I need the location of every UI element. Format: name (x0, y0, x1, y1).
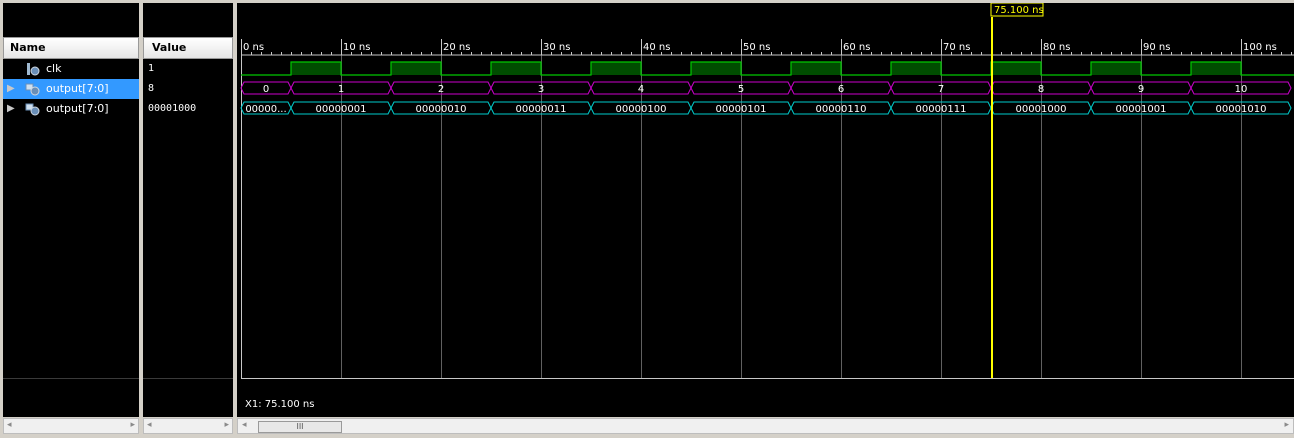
bus-decimal-value: 9 (1138, 84, 1144, 95)
clock-high-fill (291, 62, 341, 75)
ruler-label: 50 ns (743, 42, 770, 53)
bus-binary-value: 00000101 (716, 104, 767, 115)
bus-binary-value: 00001000 (1016, 104, 1067, 115)
scroll-left-icon[interactable]: ◂ (242, 420, 247, 430)
bus-decimal-value: 6 (838, 84, 844, 95)
bus-binary-value: 00000010 (416, 104, 467, 115)
value-column-header[interactable]: Value (143, 37, 233, 59)
clock-high-fill (991, 62, 1041, 75)
pane-divider (3, 378, 139, 379)
bus-decimal-value: 2 (438, 84, 444, 95)
bus-binary-value: 00001010 (1216, 104, 1267, 115)
signal-row-clk[interactable]: clk (3, 59, 139, 79)
clock-high-fill (1191, 62, 1241, 75)
bus-decimal-value: 5 (738, 84, 744, 95)
ruler-label: 0 ns (243, 42, 264, 53)
bus-binary-value: 00001001 (1116, 104, 1167, 115)
value-row-output-decimal[interactable]: 8 (143, 79, 233, 99)
value-pane: Value 1 8 00001000 (143, 3, 233, 417)
ruler-label: 20 ns (443, 42, 470, 53)
expand-arrow-icon[interactable]: ▶ (7, 99, 17, 119)
bus-binary-value: 00000001 (316, 104, 367, 115)
scroll-right-icon[interactable]: ▸ (1284, 420, 1289, 430)
clock-high-fill (691, 62, 741, 75)
ruler-label: 40 ns (643, 42, 670, 53)
ruler-label: 60 ns (843, 42, 870, 53)
ruler-label: 30 ns (543, 42, 570, 53)
ruler-label: 70 ns (943, 42, 970, 53)
scroll-left-icon[interactable]: ◂ (147, 420, 152, 430)
ruler-label: 10 ns (343, 42, 370, 53)
bus-decimal-value: 0 (263, 84, 269, 95)
scroll-right-icon[interactable]: ▸ (224, 420, 229, 430)
bus-decimal-value: 4 (638, 84, 644, 95)
bus-decimal-value: 1 (338, 84, 344, 95)
signal-name: output[7:0] (46, 82, 109, 95)
clock-high-fill (791, 62, 841, 75)
bus-binary-value: 00000110 (816, 104, 867, 115)
pane-divider (143, 378, 233, 379)
bus-binary-value: 00000... (245, 104, 286, 115)
bus-decimal-value: 3 (538, 84, 544, 95)
ruler-label: 80 ns (1043, 42, 1070, 53)
signal-value: 1 (148, 63, 155, 74)
signal-value: 8 (148, 83, 155, 94)
clock-high-fill (1091, 62, 1141, 75)
cursor-label: 75.100 ns (994, 5, 1044, 16)
bus-signal-icon (25, 82, 40, 96)
scroll-thumb[interactable]: III (258, 421, 342, 433)
signal-value: 00001000 (148, 103, 197, 114)
expand-arrow-icon[interactable]: ▶ (7, 79, 17, 99)
waveform-canvas[interactable]: 0 ns 10 ns 20 ns 30 ns 40 ns 50 ns 60 ns 70 ns 8… (237, 3, 1294, 417)
bus-decimal-value: 7 (938, 84, 944, 95)
waveform-pane[interactable]: 0 ns 10 ns 20 ns 30 ns 40 ns 50 ns 60 ns 70 ns 8… (237, 3, 1294, 417)
scroll-right-icon[interactable]: ▸ (130, 420, 135, 430)
clock-high-fill (591, 62, 641, 75)
clock-high-fill (491, 62, 541, 75)
bus-binary-value: 00000111 (916, 104, 967, 115)
bit-signal-icon (25, 62, 40, 76)
name-column-header[interactable]: Name (3, 37, 139, 59)
signal-name: output[7:0] (46, 102, 109, 115)
clock-high-fill (391, 62, 441, 75)
scroll-left-icon[interactable]: ◂ (7, 420, 12, 430)
name-pane: Name clk ▶ output[7:0] ▶ output[7:0] (3, 3, 139, 417)
signal-row-output-binary[interactable]: ▶ output[7:0] (3, 99, 139, 119)
name-pane-scrollbar[interactable]: ◂ ▸ (3, 418, 139, 434)
value-pane-scrollbar[interactable]: ◂ ▸ (143, 418, 233, 434)
bus-decimal-value: 8 (1038, 84, 1044, 95)
bus-decimal-value: 10 (1235, 84, 1248, 95)
value-row-output-binary[interactable]: 00001000 (143, 99, 233, 119)
bus-binary-value: 00000011 (516, 104, 567, 115)
cursor-readout: X1: 75.100 ns (245, 399, 314, 410)
waveform-scrollbar[interactable]: ◂ III ▸ (237, 418, 1294, 434)
value-row-clk[interactable]: 1 (143, 59, 233, 79)
clock-high-fill (891, 62, 941, 75)
bus-signal-icon (25, 102, 40, 116)
signal-row-output-decimal[interactable]: ▶ output[7:0] (3, 79, 139, 99)
ruler-label: 90 ns (1143, 42, 1170, 53)
ruler-label: 100 ns (1243, 42, 1277, 53)
bus-binary-value: 00000100 (616, 104, 667, 115)
signal-name: clk (46, 62, 62, 75)
